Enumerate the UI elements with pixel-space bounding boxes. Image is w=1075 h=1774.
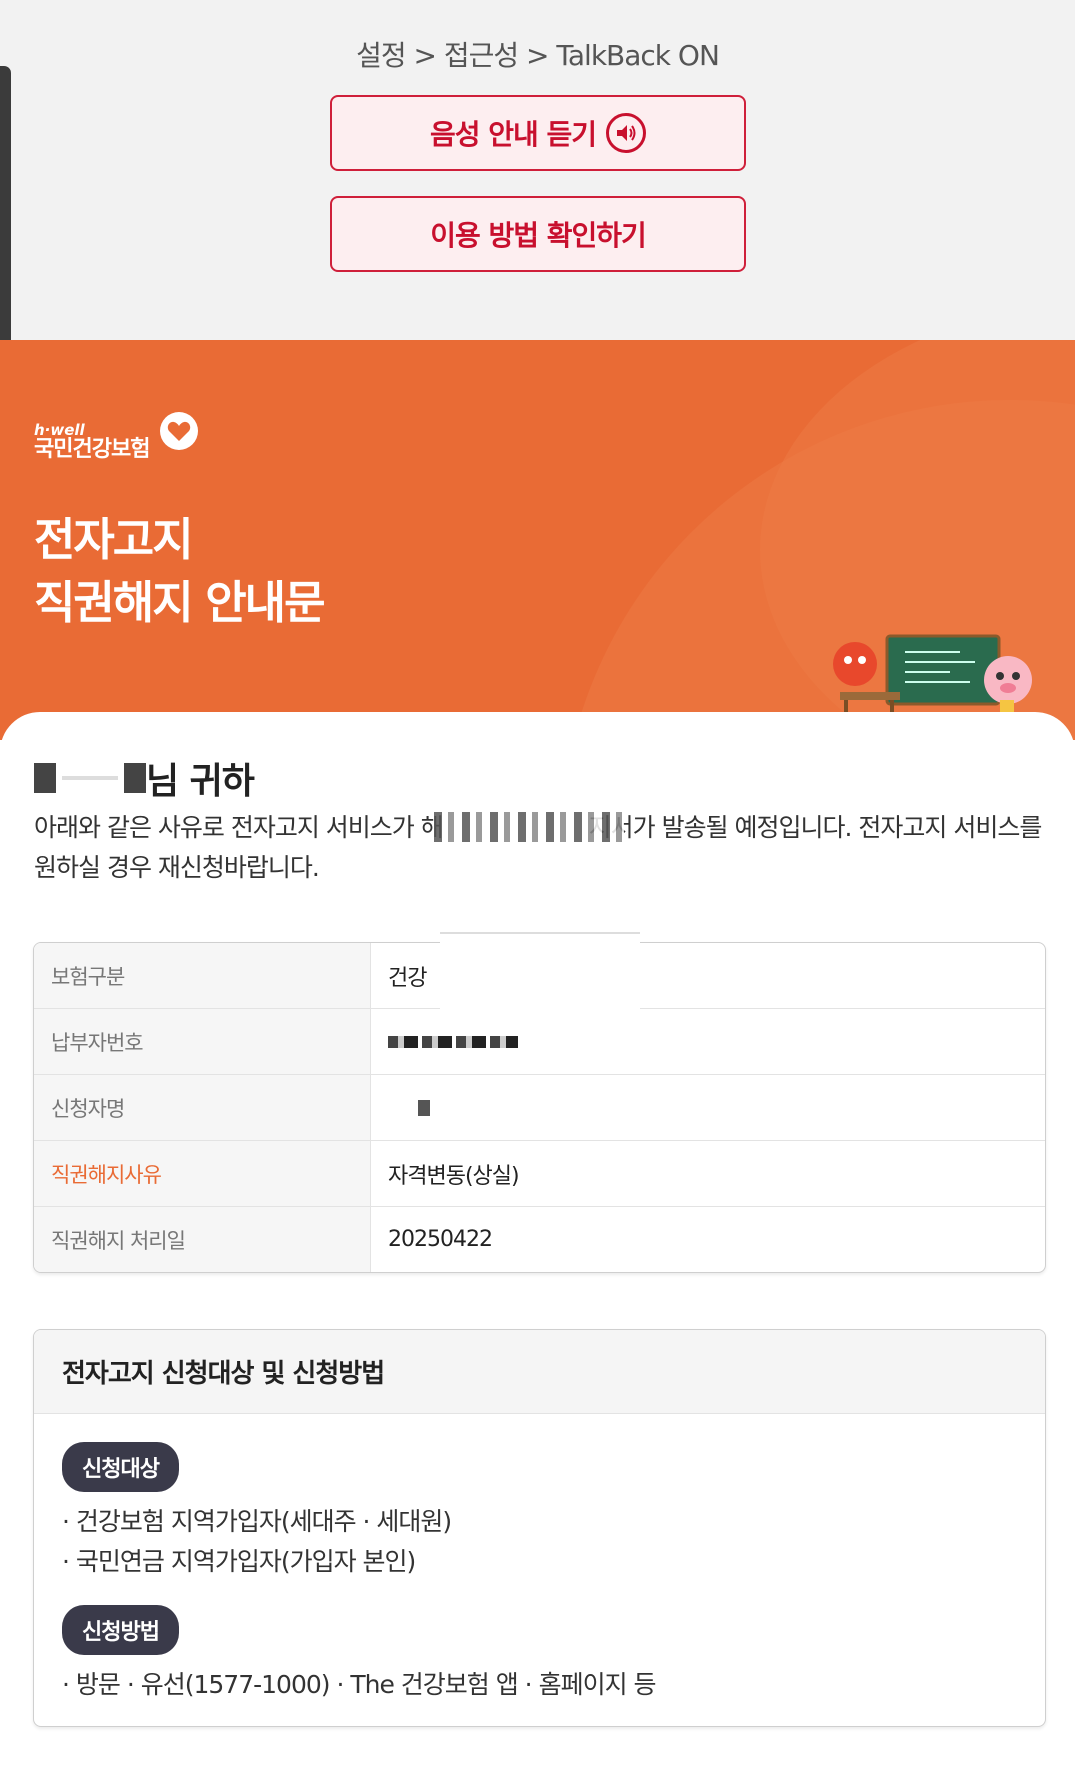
application-guide-box: 전자고지 신청대상 및 신청방법 신청대상 · 건강보험 지역가입자(세대주 ·… xyxy=(33,1329,1046,1727)
row-value: 20250422 xyxy=(388,1227,493,1252)
row-key: 납부자번호 xyxy=(34,1009,371,1074)
row-key: 직권해지사유 xyxy=(34,1141,371,1206)
list-item: · 건강보험 지역가입자(세대주 · 세대원) xyxy=(62,1507,452,1536)
list-item: · 방문 · 유선(1577-1000) · The 건강보험 앱 · 홈페이지… xyxy=(62,1670,657,1699)
row-key: 신청자명 xyxy=(34,1075,371,1140)
row-value-masked xyxy=(371,1075,1045,1140)
list-item: · 국민연금 지역가입자(가입자 본인) xyxy=(62,1547,416,1576)
breadcrumb: 설정 > 접근성 > TalkBack ON xyxy=(356,39,720,72)
heart-icon xyxy=(160,412,198,450)
greeting-suffix: 님 귀하 xyxy=(146,761,255,802)
row-value: 자격변동(상실) xyxy=(388,1163,520,1189)
table-row: 직권해지 처리일 20250422 xyxy=(34,1206,1045,1272)
brand-tagline: h·well xyxy=(34,421,85,439)
row-value-masked xyxy=(371,1009,1045,1074)
table-row: 납부자번호 xyxy=(34,1008,1045,1074)
target-section: 신청대상 · 건강보험 지역가입자(세대주 · 세대원) · 국민연금 지역가입… xyxy=(62,1442,452,1582)
listen-voice-guide-button[interactable]: 음성 안내 듣기 xyxy=(330,95,746,171)
masked-name xyxy=(34,763,56,793)
masked-name xyxy=(418,1099,430,1116)
guide-title: 전자고지 신청대상 및 신청방법 xyxy=(34,1330,1045,1414)
notice-part1: 아래와 같은 사유로 전자고지 서비스가 해 xyxy=(34,813,444,842)
how-to-use-label: 이용 방법 확인하기 xyxy=(430,219,647,252)
method-section: 신청방법 · 방문 · 유선(1577-1000) · The 건강보험 앱 ·… xyxy=(62,1605,657,1705)
hero-banner: h·well 국민건강보험 전자고지 직권해지 안내문 xyxy=(0,340,1075,740)
table-row: 신청자명 xyxy=(34,1074,1045,1140)
redaction-cover xyxy=(440,932,640,1009)
masked-name xyxy=(124,763,146,793)
table-row: 직권해지사유 자격변동(상실) xyxy=(34,1140,1045,1206)
brand-name: 국민건강보험 xyxy=(34,437,150,462)
brand-logo: h·well 국민건강보험 xyxy=(34,412,198,462)
hero-title-line1: 전자고지 xyxy=(34,513,194,566)
masked-name xyxy=(62,776,118,780)
hero-title: 전자고지 직권해지 안내문 xyxy=(34,508,325,634)
redacted-text xyxy=(434,812,624,842)
target-badge: 신청대상 xyxy=(62,1442,179,1492)
row-key: 보험구분 xyxy=(34,943,371,1008)
speaker-icon xyxy=(606,113,647,153)
recipient-greeting: 님 귀하 xyxy=(34,752,255,804)
row-key: 직권해지 처리일 xyxy=(34,1207,371,1272)
listen-voice-guide-label: 음성 안내 듣기 xyxy=(429,118,597,151)
method-badge: 신청방법 xyxy=(62,1605,179,1655)
how-to-use-button[interactable]: 이용 방법 확인하기 xyxy=(330,196,746,272)
hero-title-line2: 직권해지 안내문 xyxy=(34,576,325,629)
masked-number xyxy=(388,1035,518,1048)
